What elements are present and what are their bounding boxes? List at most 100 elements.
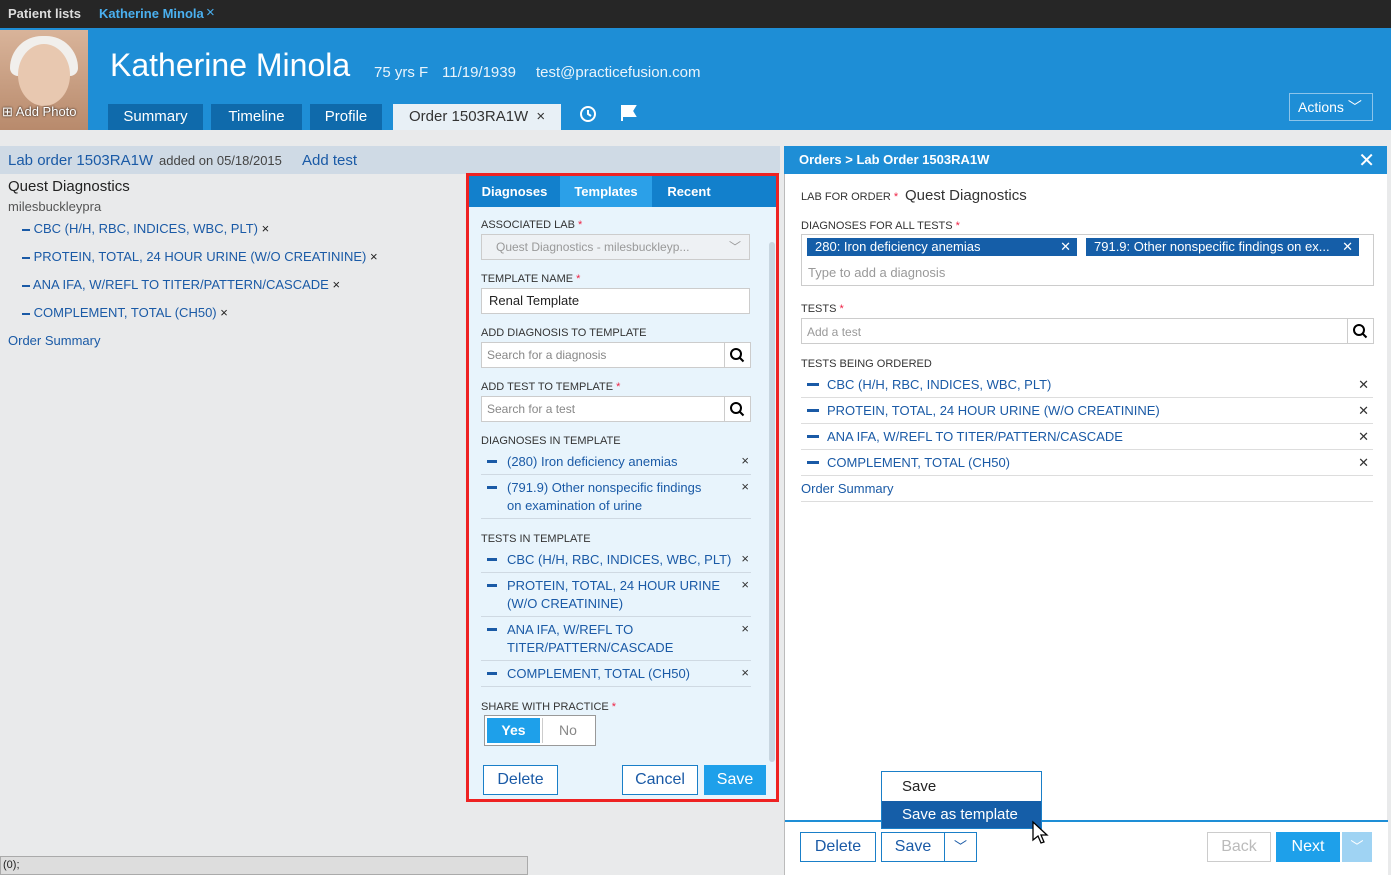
test-label[interactable]: ANA IFA, W/REFL TO TITER/PATTERN/CASCADE bbox=[507, 621, 673, 657]
template-name-text: TEMPLATE NAME bbox=[481, 273, 574, 285]
ordered-test-label[interactable]: PROTEIN, TOTAL, 24 HOUR URINE (W/O CREAT… bbox=[827, 403, 1160, 418]
dash-icon bbox=[487, 672, 497, 675]
close-icon[interactable]: ✕ bbox=[1342, 238, 1353, 256]
left-test-label[interactable]: CBC (H/H, RBC, INDICES, WBC, PLT) bbox=[34, 221, 258, 236]
order-summary-link[interactable]: Order Summary bbox=[801, 481, 893, 496]
diagnosis-label[interactable]: (791.9) Other nonspecific findings on exa… bbox=[507, 479, 701, 515]
required-marker: * bbox=[611, 701, 617, 713]
remove-icon[interactable]: ✕ bbox=[1358, 403, 1369, 419]
test-label[interactable]: CBC (H/H, RBC, INDICES, WBC, PLT) bbox=[507, 551, 731, 569]
test-label[interactable]: COMPLEMENT, TOTAL (CH50) bbox=[507, 665, 690, 683]
diagnosis-search[interactable]: Search for a diagnosis bbox=[481, 342, 751, 368]
tests-text: TESTS bbox=[801, 303, 837, 315]
menu-item-save-as-template[interactable]: Save as template bbox=[882, 801, 1041, 828]
left-test-label[interactable]: COMPLEMENT, TOTAL (CH50) bbox=[34, 305, 217, 320]
associated-lab-select[interactable]: Quest Diagnostics - milesbuckleyp... ﹀ bbox=[481, 234, 750, 260]
diagnosis-line: (791.9) Other nonspecific findings bbox=[507, 480, 702, 495]
remove-icon[interactable]: × bbox=[370, 249, 378, 264]
test-label[interactable]: PROTEIN, TOTAL, 24 HOUR URINE (W/O CREATI… bbox=[507, 577, 720, 613]
next-button[interactable]: Next bbox=[1276, 832, 1340, 862]
left-test-label[interactable]: ANA IFA, W/REFL TO TITER/PATTERN/CASCADE bbox=[33, 277, 329, 292]
required-marker: * bbox=[616, 381, 621, 393]
required-marker: * bbox=[839, 303, 844, 315]
tab-templates[interactable]: Templates bbox=[560, 176, 652, 207]
remove-icon[interactable]: × bbox=[332, 277, 340, 292]
chip-label: 280: Iron deficiency anemias bbox=[815, 239, 981, 254]
close-icon[interactable]: ✕ bbox=[1358, 148, 1375, 173]
tab-profile[interactable]: Profile bbox=[310, 104, 382, 130]
remove-icon[interactable]: × bbox=[741, 577, 749, 592]
template-name-input[interactable]: Renal Template bbox=[481, 288, 750, 314]
search-button[interactable] bbox=[724, 343, 750, 367]
test-search[interactable]: Search for a test bbox=[481, 396, 751, 422]
delete-button[interactable]: Delete bbox=[483, 765, 558, 795]
dash-icon bbox=[807, 409, 819, 412]
patient-email: test@practicefusion.com bbox=[536, 64, 701, 81]
template-popup: Diagnoses Templates Recent ASSOCIATED LA… bbox=[466, 173, 779, 802]
save-button[interactable]: Save bbox=[881, 832, 945, 862]
diagnosis-label[interactable]: (280) Iron deficiency anemias bbox=[507, 453, 678, 471]
tab-recent[interactable]: Recent bbox=[652, 176, 726, 207]
remove-icon[interactable]: ✕ bbox=[1358, 377, 1369, 393]
save-menu: Save Save as template bbox=[881, 771, 1042, 829]
menu-item-save[interactable]: Save bbox=[882, 772, 1041, 801]
template-diagnosis-row: (791.9) Other nonspecific findings on exa… bbox=[481, 479, 751, 519]
save-dropdown-button[interactable]: ﹀ bbox=[944, 832, 977, 862]
share-yes-button[interactable]: Yes bbox=[487, 718, 540, 743]
remove-icon[interactable]: × bbox=[741, 479, 749, 494]
share-no-button[interactable]: No bbox=[542, 718, 593, 743]
patient-tab[interactable]: Katherine Minola bbox=[99, 6, 204, 21]
dash-icon bbox=[487, 558, 497, 561]
patient-photo[interactable]: ⊞ Add Photo bbox=[0, 30, 88, 130]
add-diagnosis-label: ADD DIAGNOSIS TO TEMPLATE bbox=[481, 327, 647, 339]
search-button[interactable] bbox=[1347, 319, 1373, 343]
save-button[interactable]: Save bbox=[704, 765, 766, 795]
diagnoses-for-all-label: DIAGNOSES FOR ALL TESTS * bbox=[801, 220, 960, 232]
left-test-label[interactable]: PROTEIN, TOTAL, 24 HOUR URINE (W/O CREAT… bbox=[34, 249, 367, 264]
scrollbar[interactable] bbox=[769, 242, 775, 762]
cursor-icon bbox=[1032, 820, 1049, 844]
remove-icon[interactable]: × bbox=[220, 305, 228, 320]
test-search-input[interactable]: Add a test bbox=[801, 318, 1374, 344]
back-button[interactable]: Back bbox=[1207, 832, 1271, 862]
dash-icon bbox=[487, 486, 497, 489]
close-icon[interactable]: × bbox=[536, 108, 545, 125]
dash-icon bbox=[22, 312, 30, 315]
search-button[interactable] bbox=[724, 397, 750, 421]
template-test-row: ANA IFA, W/REFL TO TITER/PATTERN/CASCADE × bbox=[481, 621, 751, 661]
order-summary-link[interactable]: Order Summary bbox=[8, 333, 100, 348]
next-dropdown-button[interactable]: ﹀ bbox=[1342, 832, 1372, 862]
ordered-test-label[interactable]: ANA IFA, W/REFL TO TITER/PATTERN/CASCADE bbox=[827, 429, 1123, 444]
close-icon[interactable]: × bbox=[206, 4, 215, 21]
remove-icon[interactable]: ✕ bbox=[1358, 455, 1369, 471]
required-marker: * bbox=[955, 220, 960, 232]
remove-icon[interactable]: × bbox=[741, 453, 749, 468]
diagnosis-chip: 280: Iron deficiency anemias ✕ bbox=[807, 238, 1077, 256]
remove-icon[interactable]: × bbox=[741, 621, 749, 636]
tab-summary[interactable]: Summary bbox=[108, 104, 203, 130]
cancel-button[interactable]: Cancel bbox=[622, 765, 698, 795]
add-test-link[interactable]: Add test bbox=[302, 152, 357, 169]
remove-icon[interactable]: × bbox=[741, 551, 749, 566]
tab-diagnoses[interactable]: Diagnoses bbox=[469, 176, 560, 207]
order-title[interactable]: Lab order 1503RA1W bbox=[8, 152, 153, 169]
add-photo-label[interactable]: ⊞ Add Photo bbox=[2, 104, 77, 120]
patient-lists-link[interactable]: Patient lists bbox=[8, 6, 81, 21]
delete-button[interactable]: Delete bbox=[800, 832, 876, 862]
add-test-label: ADD TEST TO TEMPLATE * bbox=[481, 381, 620, 393]
history-icon[interactable] bbox=[578, 104, 598, 124]
close-icon[interactable]: ✕ bbox=[1060, 238, 1071, 256]
patient-name: Katherine Minola bbox=[110, 47, 351, 83]
flag-icon[interactable] bbox=[619, 103, 639, 123]
tab-order[interactable]: Order 1503RA1W × bbox=[393, 104, 561, 130]
remove-icon[interactable]: × bbox=[741, 665, 749, 680]
actions-button[interactable]: Actions ﹀ bbox=[1289, 93, 1373, 121]
tests-ordered-label: TESTS BEING ORDERED bbox=[801, 358, 932, 370]
ordered-test-label[interactable]: CBC (H/H, RBC, INDICES, WBC, PLT) bbox=[827, 377, 1051, 392]
tab-timeline[interactable]: Timeline bbox=[211, 104, 302, 130]
order-date: added on 05/18/2015 bbox=[159, 153, 282, 168]
remove-icon[interactable]: ✕ bbox=[1358, 429, 1369, 445]
remove-icon[interactable]: × bbox=[262, 221, 270, 236]
ordered-test-label[interactable]: COMPLEMENT, TOTAL (CH50) bbox=[827, 455, 1010, 470]
ordered-test-row: CBC (H/H, RBC, INDICES, WBC, PLT) ✕ bbox=[801, 372, 1373, 398]
